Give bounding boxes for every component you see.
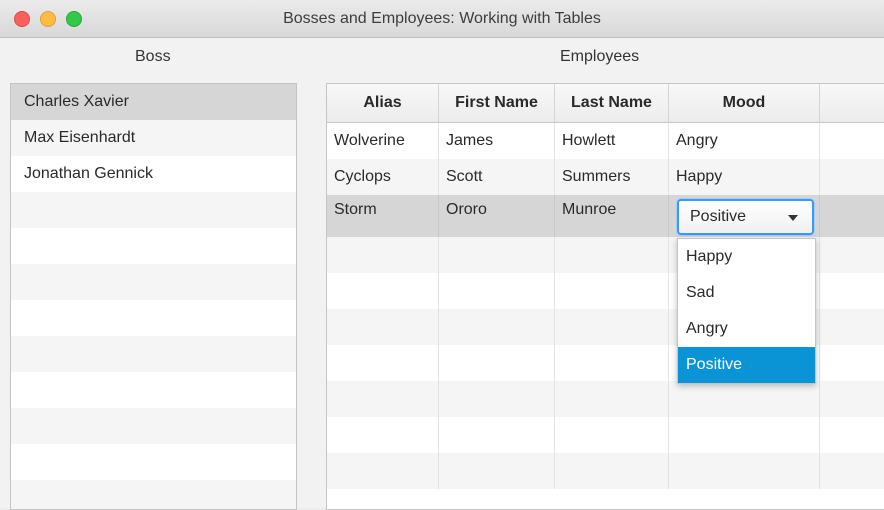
cell-last-name[interactable]: Summers — [555, 159, 669, 195]
empty-list-row — [11, 408, 296, 444]
cell-filler — [820, 195, 884, 237]
title-bar[interactable]: Bosses and Employees: Working with Table… — [0, 0, 884, 38]
boss-label: Boss — [135, 48, 171, 65]
dropdown-option-sad[interactable]: Sad — [678, 275, 815, 311]
empty-list-row — [11, 372, 296, 408]
empty-table-row — [327, 417, 884, 453]
mood-combo-box[interactable]: Positive — [677, 199, 814, 235]
empty-list-row — [11, 336, 296, 372]
mood-combo-value: Positive — [690, 208, 747, 225]
empty-table-row — [327, 381, 884, 417]
boss-list-item[interactable]: Jonathan Gennick — [11, 156, 296, 192]
cell-alias[interactable]: Cyclops — [327, 159, 439, 195]
empty-table-row — [327, 453, 884, 489]
cell-filler — [820, 159, 884, 195]
cell-first-name[interactable]: Scott — [439, 159, 555, 195]
cell-alias[interactable]: Wolverine — [327, 123, 439, 159]
cell-mood[interactable]: Angry — [669, 123, 820, 159]
empty-list-row — [11, 264, 296, 300]
column-header-alias[interactable]: Alias — [327, 84, 439, 122]
column-header-last-name[interactable]: Last Name — [555, 84, 669, 122]
empty-list-row — [11, 480, 296, 509]
window-title: Bosses and Employees: Working with Table… — [283, 10, 601, 27]
boss-list-item[interactable]: Max Eisenhardt — [11, 120, 296, 156]
dropdown-option-happy[interactable]: Happy — [678, 239, 815, 275]
empty-list-row — [11, 300, 296, 336]
dropdown-option-positive[interactable]: Positive — [678, 347, 815, 383]
column-header-filler — [820, 84, 884, 122]
cell-last-name[interactable]: Munroe — [555, 195, 669, 237]
column-header-mood[interactable]: Mood — [669, 84, 820, 122]
cell-first-name[interactable]: James — [439, 123, 555, 159]
empty-list-row — [11, 192, 296, 228]
cell-first-name[interactable]: Ororo — [439, 195, 555, 237]
dropdown-option-angry[interactable]: Angry — [678, 311, 815, 347]
table-row[interactable]: Wolverine James Howlett Angry — [327, 123, 884, 159]
empty-list-row — [11, 444, 296, 480]
table-row[interactable]: Cyclops Scott Summers Happy — [327, 159, 884, 195]
table-row-selected[interactable]: Storm Ororo Munroe Positive — [327, 195, 884, 237]
app-window: Bosses and Employees: Working with Table… — [0, 0, 884, 510]
cell-filler — [820, 123, 884, 159]
cell-last-name[interactable]: Howlett — [555, 123, 669, 159]
column-header-first-name[interactable]: First Name — [439, 84, 555, 122]
cell-mood[interactable]: Happy — [669, 159, 820, 195]
boss-list[interactable]: Charles Xavier Max Eisenhardt Jonathan G… — [10, 83, 297, 510]
table-header: Alias First Name Last Name Mood — [327, 84, 884, 123]
chevron-down-icon[interactable] — [788, 215, 798, 221]
mood-dropdown-list[interactable]: Happy Sad Angry Positive — [677, 238, 816, 384]
cell-alias[interactable]: Storm — [327, 195, 439, 237]
employees-label: Employees — [560, 48, 640, 65]
empty-list-row — [11, 228, 296, 264]
boss-list-item[interactable]: Charles Xavier — [11, 84, 296, 120]
